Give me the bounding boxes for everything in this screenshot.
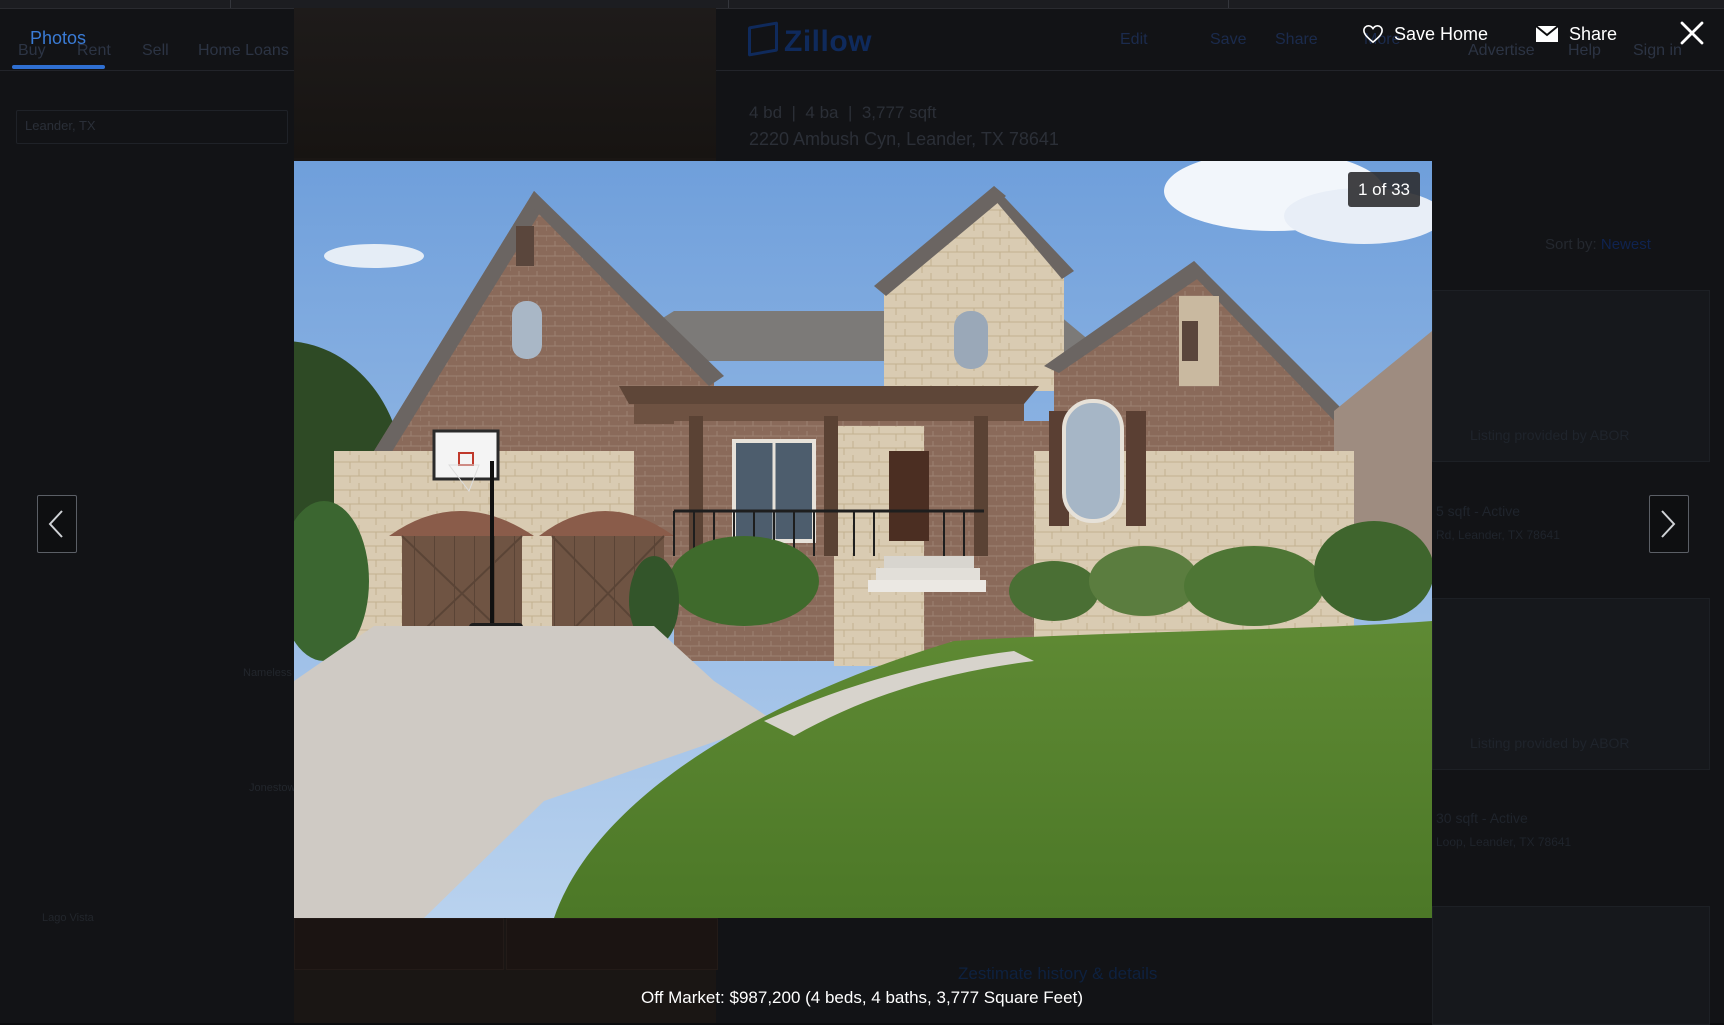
listing-address: 2220 Ambush Cyn, Leander, TX 78641 (749, 129, 1059, 149)
listing-card-status: 30 sqft - Active (1436, 810, 1528, 826)
listing-card-status: 5 sqft - Active (1436, 503, 1521, 519)
photo-caption: Off Market: $987,200 (4 beds, 4 baths, 3… (641, 988, 1083, 1007)
next-photo-button[interactable] (1649, 495, 1689, 553)
photo-counter: 1 of 33 (1348, 172, 1420, 207)
map-label: Nameless (243, 667, 292, 679)
photo-viewer-header: Photos Save Home Share (0, 0, 1724, 70)
share-label: Share (1569, 23, 1618, 44)
close-viewer-button[interactable] (1679, 20, 1707, 48)
listing-facts: 4 bd | 4 ba | 3,777 sqft (749, 103, 937, 122)
sort-control: Sort by: Newest (1545, 236, 1651, 253)
house-exterior-image (294, 161, 1432, 918)
previous-photo-button[interactable] (37, 495, 77, 553)
share-button[interactable]: Share (1535, 20, 1617, 48)
listing-card-address: Loop, Leander, TX 78641 (1436, 835, 1572, 849)
heart-icon (1363, 24, 1383, 44)
close-icon (1680, 21, 1704, 45)
chevron-right-icon (1661, 510, 1676, 538)
map-label: Lago Vista (42, 912, 94, 924)
listing-card-address: Rd, Leander, TX 78641 (1436, 528, 1560, 542)
envelope-icon (1535, 25, 1559, 42)
save-home-label: Save Home (1394, 23, 1489, 44)
listing-card-badge: Listing provided by ABOR (1470, 735, 1630, 751)
location-search: Leander, TX (16, 110, 288, 144)
chevron-left-icon (48, 510, 63, 538)
save-home-button[interactable]: Save Home (1362, 20, 1488, 48)
tab-photos[interactable]: Photos (30, 28, 86, 49)
listing-thumbnail (294, 918, 504, 970)
listing-thumbnail (506, 918, 718, 970)
active-tab-indicator (12, 65, 105, 69)
listing-main-photo (294, 161, 1432, 918)
zestimate-history-link: Zestimate history & details (958, 964, 1158, 983)
listing-card-badge: Listing provided by ABOR (1470, 427, 1630, 443)
